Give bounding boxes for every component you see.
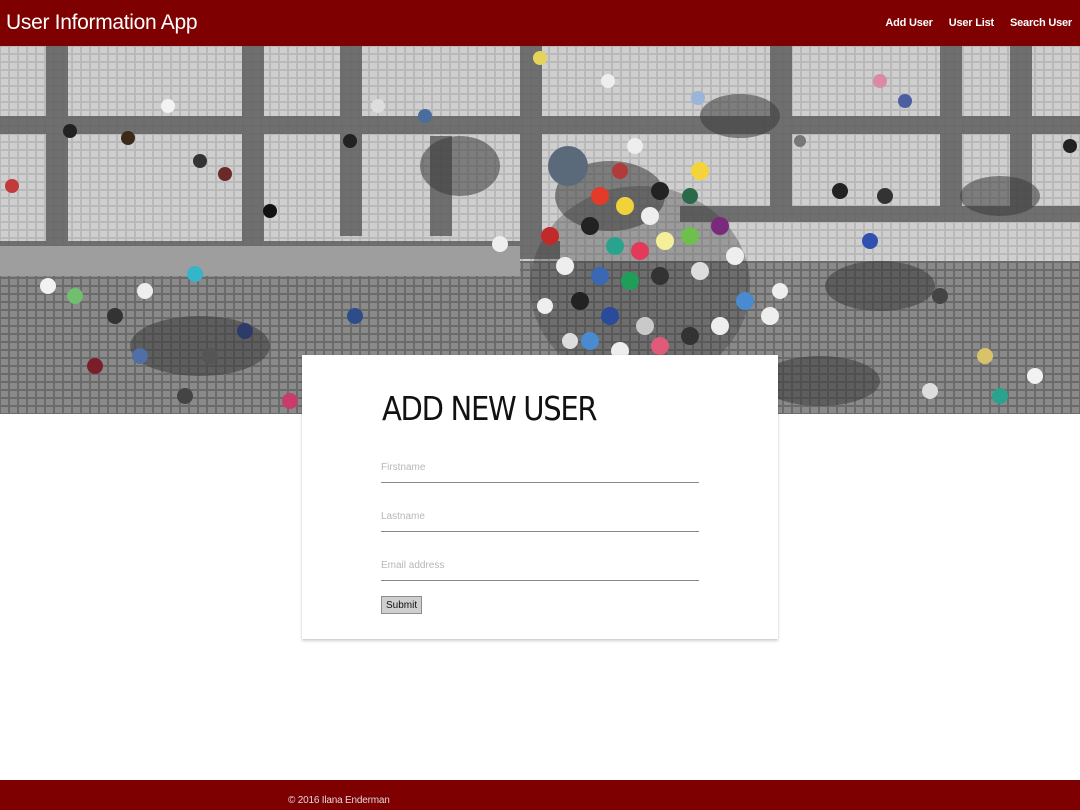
nav-search-user-link[interactable]: Search User — [1010, 17, 1072, 29]
add-user-card: ADD NEW USER Submit — [302, 355, 778, 639]
form-title: ADD NEW USER — [382, 389, 598, 428]
brand-title[interactable]: User Information App — [6, 11, 198, 35]
top-navbar: User Information App Add User User List … — [0, 0, 1080, 46]
firstname-input[interactable] — [381, 452, 699, 483]
nav-user-list-link[interactable]: User List — [949, 17, 994, 29]
copyright-text: © 2016 Ilana Enderman — [288, 795, 390, 806]
submit-button[interactable]: Submit — [381, 596, 423, 614]
lastname-input[interactable] — [381, 501, 699, 532]
footer: © 2016 Ilana Enderman — [0, 780, 1080, 810]
nav-add-user-link[interactable]: Add User — [885, 17, 933, 29]
nav-links: Add User User List Search User — [885, 17, 1072, 29]
email-input[interactable] — [381, 550, 699, 581]
